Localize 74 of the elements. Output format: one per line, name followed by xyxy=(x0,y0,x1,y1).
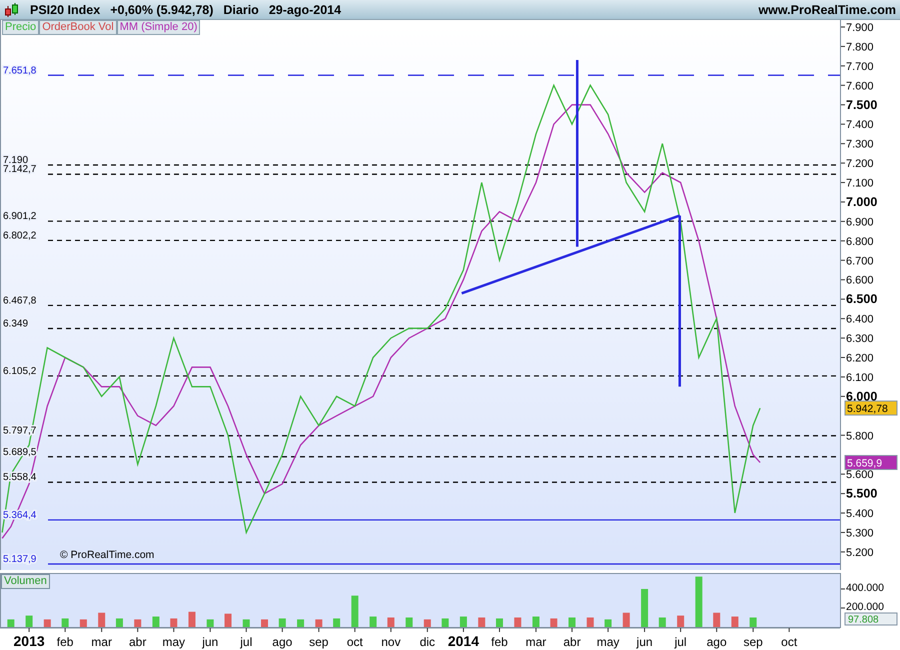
axis-tick-label: 2014 xyxy=(448,633,479,649)
axis-tick-label: 6.600 xyxy=(846,274,874,287)
axis-tick-label: feb xyxy=(491,635,508,649)
period-label: Diario xyxy=(223,2,259,16)
level-label: 6.467,8 xyxy=(3,295,36,306)
level-label: 6.349 xyxy=(3,318,28,330)
level-label: 7.142,7 xyxy=(3,164,36,176)
level-label: 6.901,2 xyxy=(3,211,36,222)
indicator-label: Precio xyxy=(2,20,40,35)
axis-tick-label: 6.100 xyxy=(846,372,874,384)
axis-tick-label: 5.600 xyxy=(846,469,874,482)
price-tag-label: 5.659,9 xyxy=(847,458,882,470)
axis-tick-label: nov xyxy=(381,635,401,649)
axis-tick-label: 7.200 xyxy=(846,158,874,170)
price-tag-label: 5.942,78 xyxy=(847,403,888,416)
axis-tick-label: jun xyxy=(202,635,218,649)
axis-tick-label: sep xyxy=(743,635,763,649)
axis-tick-label: 6.700 xyxy=(846,255,874,268)
axis-tick-label: jun xyxy=(636,635,653,649)
indicator-label: OrderBook Vol xyxy=(39,20,117,35)
axis-tick-label: 5.800 xyxy=(846,430,874,442)
price-change: +0,60% (5.942,78) xyxy=(110,2,214,16)
axis-tick-label: sep xyxy=(309,635,328,649)
axis-tick-label: 5.500 xyxy=(846,486,878,501)
axis-tick-label: jul xyxy=(674,635,687,649)
date-label: 29-ago-2014 xyxy=(268,2,342,16)
axis-tick-label: abr xyxy=(129,635,146,649)
axis-tick-label: 6.400 xyxy=(846,314,874,326)
candlestick-icon xyxy=(4,2,20,18)
axis-tick-label: 7.100 xyxy=(846,178,874,190)
axis-tick-label: may xyxy=(596,635,620,649)
axis-tick-label: mar xyxy=(526,635,546,649)
axis-tick-label: 5.300 xyxy=(846,527,874,540)
axis-tick-label: feb xyxy=(56,635,74,649)
axis-tick-label: 7.000 xyxy=(846,194,878,209)
volume-tag-label: 97.808 xyxy=(848,614,879,626)
axis-tick-label: 6.200 xyxy=(846,352,874,364)
axis-tick-label: oct xyxy=(346,635,363,649)
axis-tick-label: 6.900 xyxy=(846,216,874,228)
axis-tick-label: 5.200 xyxy=(846,546,874,559)
axis-tick-label: 7.500 xyxy=(846,98,878,112)
axis-tick-label: 5.400 xyxy=(846,508,874,520)
axis-tick-label: oct xyxy=(781,635,798,649)
axis-tick-label: 6.800 xyxy=(846,236,874,248)
axis-tick-label: 7.600 xyxy=(846,80,874,92)
level-label: 6.105,2 xyxy=(3,366,36,377)
axis-tick-label: 200.000 xyxy=(846,600,884,613)
axis-tick-label: mar xyxy=(91,635,112,649)
level-label: 7.190 xyxy=(3,155,28,166)
copyright-text: © ProRealTime.com xyxy=(60,550,154,561)
axis-tick-label: 6.300 xyxy=(846,333,874,346)
level-label: 6.802,2 xyxy=(3,230,36,242)
level-label: 7.651,8 xyxy=(3,65,36,76)
indicator-label: MM (Simple 20) xyxy=(116,20,200,35)
axis-tick-label: abr xyxy=(563,635,581,649)
indicator-label: Volumen xyxy=(1,574,50,589)
axis-tick-label: 2013 xyxy=(14,633,45,649)
axis-tick-label: 7.700 xyxy=(846,60,874,73)
axis-tick-label: jul xyxy=(240,635,252,649)
axis-tick-label: ago xyxy=(706,635,727,649)
axis-tick-label: 6.000 xyxy=(846,389,878,404)
axis-tick-label: may xyxy=(162,635,186,649)
instrument-title: PSI20 Index xyxy=(30,2,100,16)
volume-tag xyxy=(844,612,898,626)
axis-tick-label: 6.500 xyxy=(846,292,878,306)
axis-tick-label: ago xyxy=(272,635,292,649)
axis-tick-label: 7.900 xyxy=(846,22,874,34)
axis-tick-label: dic xyxy=(420,635,436,649)
axis-tick-label: 400.000 xyxy=(846,582,884,594)
axis-tick-label: 7.800 xyxy=(846,41,874,54)
website-label: www.ProRealTime.com xyxy=(758,2,896,16)
level-label: 5.137,9 xyxy=(3,554,36,565)
axis-tick-label: 7.300 xyxy=(846,138,874,151)
axis-tick-label: 7.400 xyxy=(846,119,874,132)
